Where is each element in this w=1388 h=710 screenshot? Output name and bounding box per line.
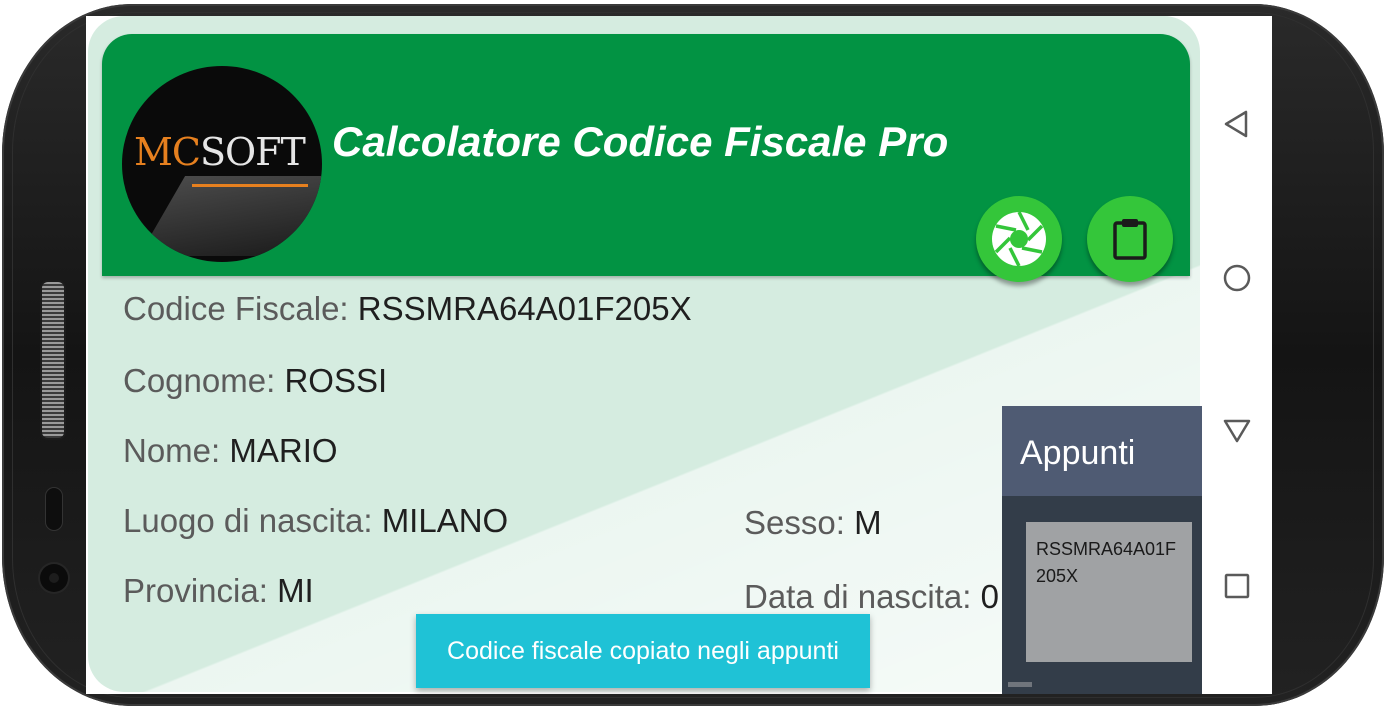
down-triangle-icon — [1223, 419, 1251, 443]
data-nascita-label: Data di nascita: — [744, 578, 972, 615]
luogo-nascita-value: MILANO — [381, 502, 509, 539]
cognome-value: ROSSI — [284, 362, 388, 399]
clipboard-item[interactable]: RSSMRA64A01F205X — [1026, 522, 1192, 662]
recents-button[interactable] — [1217, 566, 1257, 606]
clipboard-panel-header: Appunti — [1002, 406, 1202, 496]
provincia-value: MI — [277, 572, 314, 609]
codice-fiscale-label: Codice Fiscale: — [123, 290, 349, 327]
back-button[interactable] — [1217, 104, 1257, 144]
clipboard-item-text: RSSMRA64A01F205X — [1036, 539, 1177, 586]
home-button[interactable] — [1217, 258, 1257, 298]
app-header: MCSOFT Calcolatore Codice Fiscale Pro — [102, 34, 1190, 282]
camera-button[interactable] — [976, 196, 1062, 282]
proximity-sensor — [46, 488, 62, 530]
notifications-button[interactable] — [1217, 412, 1257, 452]
recents-square-icon — [1224, 573, 1250, 599]
provincia-label: Provincia: — [123, 572, 268, 609]
clipboard-icon — [1113, 219, 1147, 260]
screen: MCSOFT Calcolatore Codice Fiscale Pro Co… — [86, 16, 1272, 694]
home-circle-icon — [1223, 264, 1251, 292]
app-content: MCSOFT Calcolatore Codice Fiscale Pro Co… — [86, 16, 1202, 694]
clipboard-panel: Appunti RSSMRA64A01F205X — [1002, 406, 1202, 694]
nome-label: Nome: — [123, 432, 221, 469]
nome-value: MARIO — [229, 432, 338, 469]
mcsoft-logo: MCSOFT — [122, 66, 322, 262]
data-nascita-row: Data di nascita: 0 — [744, 578, 999, 616]
app-title: Calcolatore Codice Fiscale Pro — [332, 118, 949, 165]
logo-soft-text: SOFT — [199, 130, 306, 174]
front-camera — [40, 564, 68, 592]
provincia-row: Provincia: MI — [123, 572, 314, 610]
clipboard-button[interactable] — [1087, 196, 1173, 282]
nome-row: Nome: MARIO — [123, 432, 338, 470]
clipboard-panel-title: Appunti — [1020, 434, 1136, 472]
luogo-nascita-row: Luogo di nascita: MILANO — [123, 502, 508, 540]
clipboard-panel-handle[interactable] — [1008, 682, 1032, 687]
cognome-label: Cognome: — [123, 362, 276, 399]
sesso-row: Sesso: M — [744, 504, 882, 542]
logo-mc-text: MC — [134, 130, 201, 174]
copied-toast: Codice fiscale copiato negli appunti — [416, 614, 870, 688]
codice-fiscale-value[interactable]: RSSMRA64A01F205X — [358, 290, 692, 327]
cognome-row: Cognome: ROSSI — [123, 362, 387, 400]
codice-fiscale-row: Codice Fiscale: RSSMRA64A01F205X — [123, 290, 692, 328]
luogo-nascita-label: Luogo di nascita: — [123, 502, 373, 539]
android-nav-bar — [1202, 16, 1272, 694]
sesso-value: M — [854, 504, 882, 541]
back-triangle-icon — [1224, 110, 1248, 138]
sesso-label: Sesso: — [744, 504, 845, 541]
data-nascita-value: 0 — [980, 578, 999, 615]
speaker-grille — [42, 282, 64, 438]
camera-shutter-icon — [992, 211, 1046, 267]
